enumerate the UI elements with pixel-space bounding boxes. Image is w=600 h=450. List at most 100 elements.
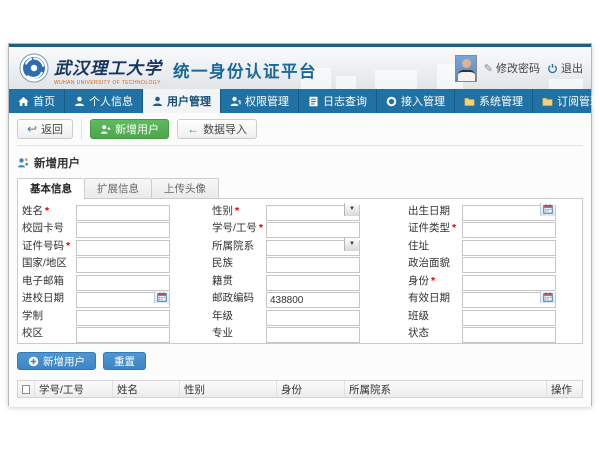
tab-basic-info[interactable]: 基本信息: [17, 178, 84, 199]
nav-item-user-management[interactable]: 用户管理: [143, 89, 221, 113]
calendar-icon[interactable]: [540, 291, 555, 304]
user-table-header: 学号/工号 姓名 性别 身份 所属院系 操作: [17, 380, 583, 398]
person-key-icon: [230, 96, 241, 107]
form-field: 专业: [212, 325, 402, 341]
dropdown-arrow-icon[interactable]: ▼: [344, 203, 359, 216]
form-field: 进校日期: [22, 290, 206, 306]
nav-item-system-management[interactable]: 系统管理: [455, 89, 533, 113]
form-field: 政治面貌: [408, 255, 578, 271]
import-arrow-icon: ←: [187, 123, 199, 135]
page-title: 统一身份认证平台: [173, 58, 317, 82]
folder-icon: [542, 96, 553, 107]
person-icon: [152, 96, 163, 107]
nav-item-home[interactable]: 首页: [9, 89, 65, 113]
form-field: 住址: [408, 237, 578, 253]
nav-item-access-management[interactable]: 接入管理: [377, 89, 455, 113]
ring-icon: [386, 96, 397, 107]
field-label: 身份*: [408, 273, 462, 288]
reset-button[interactable]: 重置: [103, 352, 146, 370]
grade-field[interactable]: [266, 310, 360, 326]
campus-field[interactable]: [76, 327, 170, 343]
form-field: 国家/地区: [22, 255, 206, 271]
form-field: 籍贯: [212, 272, 402, 288]
field-label: 进校日期: [22, 290, 76, 305]
logout-link[interactable]: 退出: [547, 60, 583, 76]
class-field[interactable]: [462, 310, 556, 326]
field-label: 有效日期: [408, 290, 462, 305]
add-user-icon: [100, 124, 111, 135]
nav-item-log-query[interactable]: 日志查询: [299, 89, 377, 113]
main-nav: 首页 个人信息 用户管理 权限管理 日志查询 接入管理: [9, 89, 591, 113]
identity-field[interactable]: [462, 275, 556, 291]
field-label: 政治面貌: [408, 255, 462, 270]
field-label: 籍贯: [212, 273, 266, 288]
form-field: 民族: [212, 255, 402, 271]
data-import-button[interactable]: ← 数据导入: [177, 119, 257, 139]
university-name-block: 武汉理工大学 WUHAN UNIVERSITY OF TECHNOLOGY: [54, 54, 162, 86]
col-actions: 操作: [547, 381, 582, 397]
status-field[interactable]: [462, 327, 556, 343]
app-window: 武汉理工大学 WUHAN UNIVERSITY OF TECHNOLOGY 统一…: [8, 43, 592, 406]
email-field[interactable]: [76, 275, 170, 291]
skyline-watermark: [375, 70, 417, 89]
form-field: 校区: [22, 325, 206, 341]
id-type-field[interactable]: [462, 222, 556, 238]
calendar-icon[interactable]: [540, 203, 555, 216]
form-field: 状态: [408, 325, 578, 341]
add-user-toolbar-button[interactable]: 新增用户: [90, 119, 169, 139]
form-field: 学号/工号*: [212, 220, 402, 236]
form-field: 身份*: [408, 272, 578, 288]
change-password-link[interactable]: ✎ 修改密码: [484, 60, 540, 76]
student-id-field[interactable]: [266, 222, 360, 238]
education-length-field[interactable]: [76, 310, 170, 326]
form-field: 性别* ▼: [212, 202, 402, 218]
select-all-checkbox[interactable]: [22, 385, 30, 394]
person-icon: [74, 96, 85, 107]
form-field: 所属院系 ▼: [212, 237, 402, 253]
address-field[interactable]: [462, 240, 556, 256]
major-field[interactable]: [266, 327, 360, 343]
university-name-cn: 武汉理工大学: [54, 54, 162, 79]
folder-icon: [464, 96, 475, 107]
form-actions: 新增用户 重置: [17, 352, 583, 370]
tab-upload-avatar[interactable]: 上传头像: [151, 178, 219, 199]
col-student-id: 学号/工号: [35, 381, 113, 397]
field-label: 证件类型*: [408, 220, 462, 235]
field-label: 学制: [22, 308, 76, 323]
toolbar: ↩ 返回 新增用户 ← 数据导入: [17, 113, 583, 146]
form-tabs: 基本信息 扩展信息 上传头像: [17, 178, 583, 199]
col-department: 所属院系: [345, 381, 547, 397]
form-field: 校园卡号: [22, 220, 206, 236]
form-field: 证件号码*: [22, 237, 206, 253]
name-field[interactable]: [76, 205, 170, 221]
calendar-icon[interactable]: [154, 291, 169, 304]
field-label: 性别*: [212, 203, 266, 218]
campus-card-field[interactable]: [76, 222, 170, 238]
field-label: 校园卡号: [22, 220, 76, 235]
form-grid: 姓名* 性别* ▼ 出生日期: [22, 202, 578, 341]
nav-item-subscription-management[interactable]: 订阅管理: [533, 89, 600, 113]
submit-add-user-button[interactable]: 新增用户: [17, 352, 96, 370]
id-number-field[interactable]: [76, 240, 170, 256]
nav-item-permission-management[interactable]: 权限管理: [221, 89, 299, 113]
skyline-watermark: [336, 76, 356, 89]
political-status-field[interactable]: [462, 257, 556, 273]
back-arrow-icon: ↩: [27, 123, 37, 135]
col-identity: 身份: [277, 381, 345, 397]
ethnicity-field[interactable]: [266, 257, 360, 273]
user-avatar[interactable]: [455, 55, 477, 82]
dropdown-arrow-icon[interactable]: ▼: [344, 238, 359, 251]
form-field: 有效日期: [408, 290, 578, 306]
form-field: 班级: [408, 307, 578, 323]
native-place-field[interactable]: [266, 275, 360, 291]
field-label: 所属院系: [212, 238, 266, 253]
postal-code-field[interactable]: [266, 292, 360, 308]
back-button[interactable]: ↩ 返回: [17, 119, 73, 139]
field-label: 班级: [408, 308, 462, 323]
nav-item-personal-info[interactable]: 个人信息: [65, 89, 143, 113]
country-region-field[interactable]: [76, 257, 170, 273]
field-label: 姓名*: [22, 203, 76, 218]
tab-extended-info[interactable]: 扩展信息: [84, 178, 151, 199]
form-field: 姓名*: [22, 202, 206, 218]
university-logo-icon: [19, 53, 49, 83]
